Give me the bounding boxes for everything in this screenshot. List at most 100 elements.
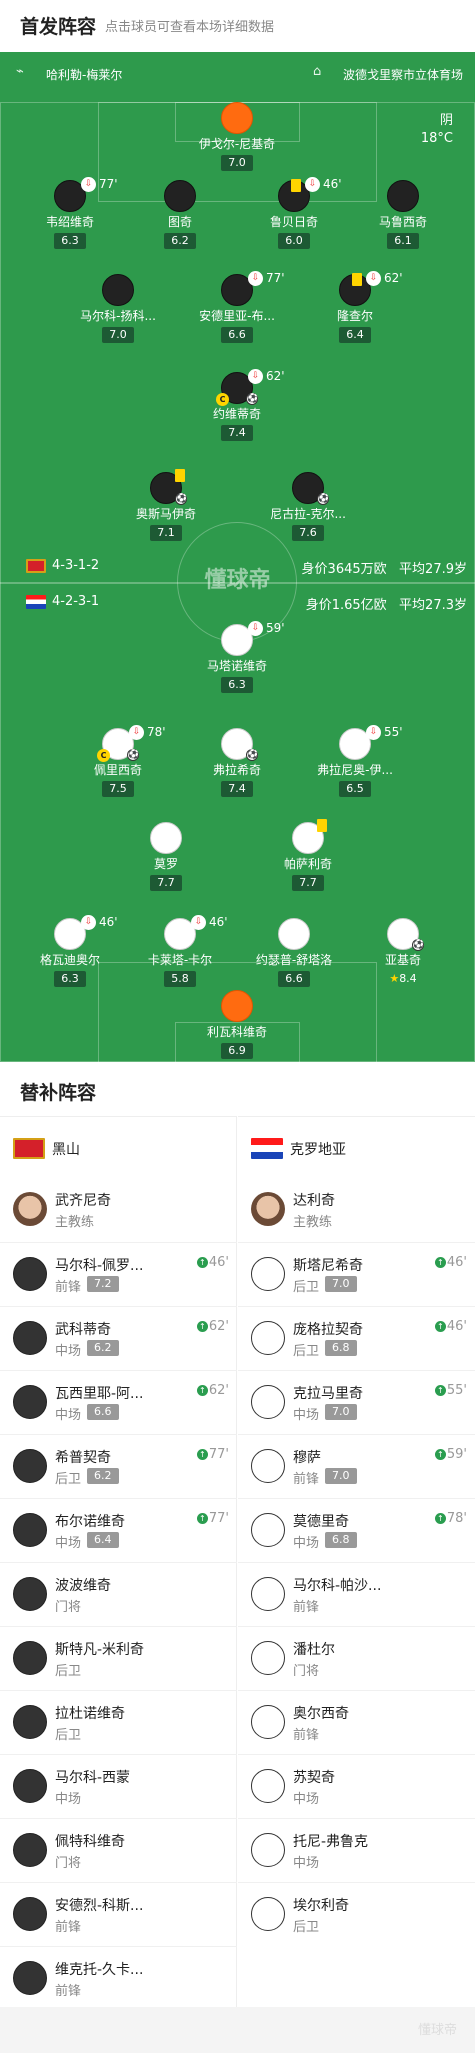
player-name: 约瑟普-舒塔洛 bbox=[255, 953, 333, 967]
player-name: 马尔科-西蒙 bbox=[55, 1770, 131, 1786]
player-home-fw-2[interactable]: ⚽ 尼古拉-克尔... 7.6 bbox=[248, 472, 368, 541]
sub-player-row[interactable]: 斯塔尼希奇 后卫 7.0 ↑ 46' bbox=[238, 1242, 475, 1306]
player-away-dm-1[interactable]: 莫罗 7.7 bbox=[106, 822, 226, 891]
ball-icon: ⚽ bbox=[127, 749, 140, 761]
player-rating: 6.2 bbox=[164, 233, 196, 249]
sub-player-row[interactable]: 布尔诺维奇 中场 6.4 ↑ 77' bbox=[0, 1498, 237, 1562]
sub-player-row[interactable]: 马尔科-帕沙... 前锋 bbox=[238, 1562, 475, 1626]
coach-role: 主教练 bbox=[55, 1215, 95, 1230]
player-home-fw-1[interactable]: ⚽ 奥斯马伊奇 7.1 bbox=[106, 469, 226, 541]
sub-in-minute: ↑ 78' bbox=[434, 1511, 467, 1526]
player-position: 中场 bbox=[55, 1344, 82, 1359]
formation-text: 4-2-3-1 bbox=[52, 594, 100, 609]
sub-in-minute: ↑ 46' bbox=[434, 1255, 467, 1270]
sub-player-row[interactable]: 马尔科-西蒙 中场 bbox=[0, 1754, 237, 1818]
ball-icon: ⚽ bbox=[412, 939, 425, 951]
home-coach[interactable]: 武齐尼奇 主教练 bbox=[0, 1178, 237, 1242]
sub-player-row[interactable]: 克拉马里奇 中场 7.0 ↑ 55' bbox=[238, 1370, 475, 1434]
away-coach[interactable]: 达利奇 主教练 bbox=[238, 1178, 475, 1242]
player-name: 鲁贝日奇 bbox=[269, 215, 318, 229]
sub-in-minute: ↑ 62' bbox=[196, 1319, 229, 1334]
player-name: 卡莱塔-卡尔 bbox=[147, 953, 213, 967]
player-position: 中场 bbox=[293, 1536, 320, 1551]
sub-player-row[interactable]: 维克托-久卡... 前锋 bbox=[0, 1946, 237, 2010]
player-name: 佩里西奇 bbox=[93, 763, 142, 777]
player-avatar: ⇩ 59' bbox=[221, 621, 285, 656]
sub-minute: 46' bbox=[323, 177, 342, 191]
player-away-def-1[interactable]: ⇩ 46' 格瓦迪奥尔 6.3 bbox=[10, 915, 130, 987]
player-avatar bbox=[292, 819, 327, 854]
player-avatar bbox=[251, 1449, 285, 1483]
sub-in-minute: ↑ 46' bbox=[434, 1319, 467, 1334]
player-away-am-3[interactable]: ⇩ 55' 弗拉尼奥-伊... 6.5 bbox=[295, 725, 415, 797]
sub-player-row[interactable]: 波波维奇 门将 bbox=[0, 1562, 237, 1626]
player-name: 图奇 bbox=[167, 215, 192, 229]
coach-avatar bbox=[251, 1192, 285, 1226]
sub-player-row[interactable]: 希普契奇 后卫 6.2 ↑ 77' bbox=[0, 1434, 237, 1498]
sub-player-row[interactable]: 潘杜尔 门将 bbox=[238, 1626, 475, 1690]
sub-player-row[interactable]: 斯特凡-米利奇 后卫 bbox=[0, 1626, 237, 1690]
player-rating: 7.1 bbox=[150, 525, 182, 541]
player-name: 马鲁西奇 bbox=[378, 215, 427, 229]
player-position: 前锋 bbox=[293, 1728, 320, 1743]
coach-name: 武齐尼奇 bbox=[55, 1193, 111, 1209]
player-name: 佩特科维奇 bbox=[55, 1834, 125, 1850]
sub-player-row[interactable]: 庞格拉契奇 后卫 6.8 ↑ 46' bbox=[238, 1306, 475, 1370]
player-away-dm-2[interactable]: 帕萨利奇 7.7 bbox=[248, 819, 368, 891]
sub-player-row[interactable]: 安德烈-科斯... 前锋 bbox=[0, 1882, 237, 1946]
player-position: 后卫 bbox=[55, 1728, 82, 1743]
player-home-def-3[interactable]: ⇩ 46' 鲁贝日奇 6.0 bbox=[234, 177, 354, 249]
sub-player-row[interactable]: 武科蒂奇 中场 6.2 ↑ 62' bbox=[0, 1306, 237, 1370]
sub-player-row[interactable]: 马尔科-佩罗... 前锋 7.2 ↑ 46' bbox=[0, 1242, 237, 1306]
player-name: 莫德里奇 bbox=[293, 1514, 349, 1530]
player-home-def-1[interactable]: ⇩ 77' 韦绍维奇 6.3 bbox=[10, 177, 130, 249]
player-home-mid-2[interactable]: ⇩ 77' 安德里亚-布... 6.6 bbox=[177, 271, 297, 343]
player-home-gk[interactable]: 伊戈尔-尼基奇 7.0 bbox=[177, 102, 297, 171]
player-home-def-2[interactable]: 图奇 6.2 bbox=[120, 180, 240, 249]
player-rating: 7.0 bbox=[325, 1404, 357, 1420]
croatia-flag-icon bbox=[251, 1138, 283, 1159]
sub-in-icon: ↑ bbox=[434, 1449, 446, 1460]
sub-player-row[interactable]: 瓦西里耶-阿... 中场 6.6 ↑ 62' bbox=[0, 1370, 237, 1434]
player-position: 中场 bbox=[55, 1792, 82, 1807]
player-name: 克拉马里奇 bbox=[293, 1386, 363, 1402]
player-rating: 5.8 bbox=[164, 971, 196, 987]
player-away-def-4[interactable]: ⚽ 亚基奇 ★8.4 bbox=[343, 918, 463, 987]
player-rating: 6.2 bbox=[87, 1340, 119, 1356]
player-avatar bbox=[164, 180, 196, 212]
sub-player-row[interactable]: 奥尔西奇 前锋 bbox=[238, 1690, 475, 1754]
sub-player-row[interactable]: 埃尔利奇 后卫 bbox=[238, 1882, 475, 1946]
player-avatar bbox=[251, 1833, 285, 1867]
player-home-mid-1[interactable]: 马尔科-扬科... 7.0 bbox=[58, 274, 178, 343]
player-away-am-2[interactable]: ⚽ 弗拉希奇 7.4 bbox=[177, 728, 297, 797]
player-home-am[interactable]: ⇩ 62' C ⚽ 约维蒂奇 7.4 bbox=[177, 369, 297, 441]
player-home-def-4[interactable]: 马鲁西奇 6.1 bbox=[343, 180, 463, 249]
player-avatar bbox=[251, 1769, 285, 1803]
sub-player-row[interactable]: 佩特科维奇 门将 bbox=[0, 1818, 237, 1882]
sub-player-row[interactable]: 苏契奇 中场 bbox=[238, 1754, 475, 1818]
sub-out-icon: ⇩ bbox=[191, 915, 206, 930]
player-away-gk[interactable]: 利瓦科维奇 6.9 bbox=[177, 990, 297, 1059]
sub-player-row[interactable]: 穆萨 前锋 7.0 ↑ 59' bbox=[238, 1434, 475, 1498]
player-away-def-2[interactable]: ⇩ 46' 卡莱塔-卡尔 5.8 bbox=[120, 915, 240, 987]
sub-player-row[interactable]: 莫德里奇 中场 6.8 ↑ 78' bbox=[238, 1498, 475, 1562]
stadium-icon: ⌂ bbox=[312, 64, 322, 79]
player-name: 维克托-久卡... bbox=[55, 1962, 144, 1978]
player-name: 亚基奇 bbox=[384, 953, 421, 967]
player-home-mid-3[interactable]: ⇩ 62' 隆查尔 6.4 bbox=[295, 271, 415, 343]
player-name: 隆查尔 bbox=[336, 309, 373, 323]
player-position: 后卫 bbox=[55, 1472, 82, 1487]
sub-in-icon: ↑ bbox=[196, 1257, 208, 1268]
sub-player-row[interactable]: 拉杜诺维奇 后卫 bbox=[0, 1690, 237, 1754]
player-rating: 6.4 bbox=[339, 327, 371, 343]
player-avatar: ⇩ 62' C ⚽ bbox=[216, 369, 285, 406]
sub-player-row[interactable]: 托尼-弗鲁克 中场 bbox=[238, 1818, 475, 1882]
player-position: 后卫 bbox=[293, 1920, 320, 1935]
player-away-am-1[interactable]: ⇩ 78' C ⚽ 佩里西奇 7.5 bbox=[58, 725, 178, 797]
player-away-st[interactable]: ⇩ 59' 马塔诺维奇 6.3 bbox=[177, 621, 297, 693]
player-position: 前锋 bbox=[55, 1280, 82, 1295]
player-avatar: ⚽ bbox=[387, 918, 424, 951]
sub-in-icon: ↑ bbox=[434, 1257, 446, 1268]
player-away-def-3[interactable]: 约瑟普-舒塔洛 6.6 bbox=[234, 918, 354, 987]
sub-minute: 46' bbox=[446, 1319, 467, 1334]
